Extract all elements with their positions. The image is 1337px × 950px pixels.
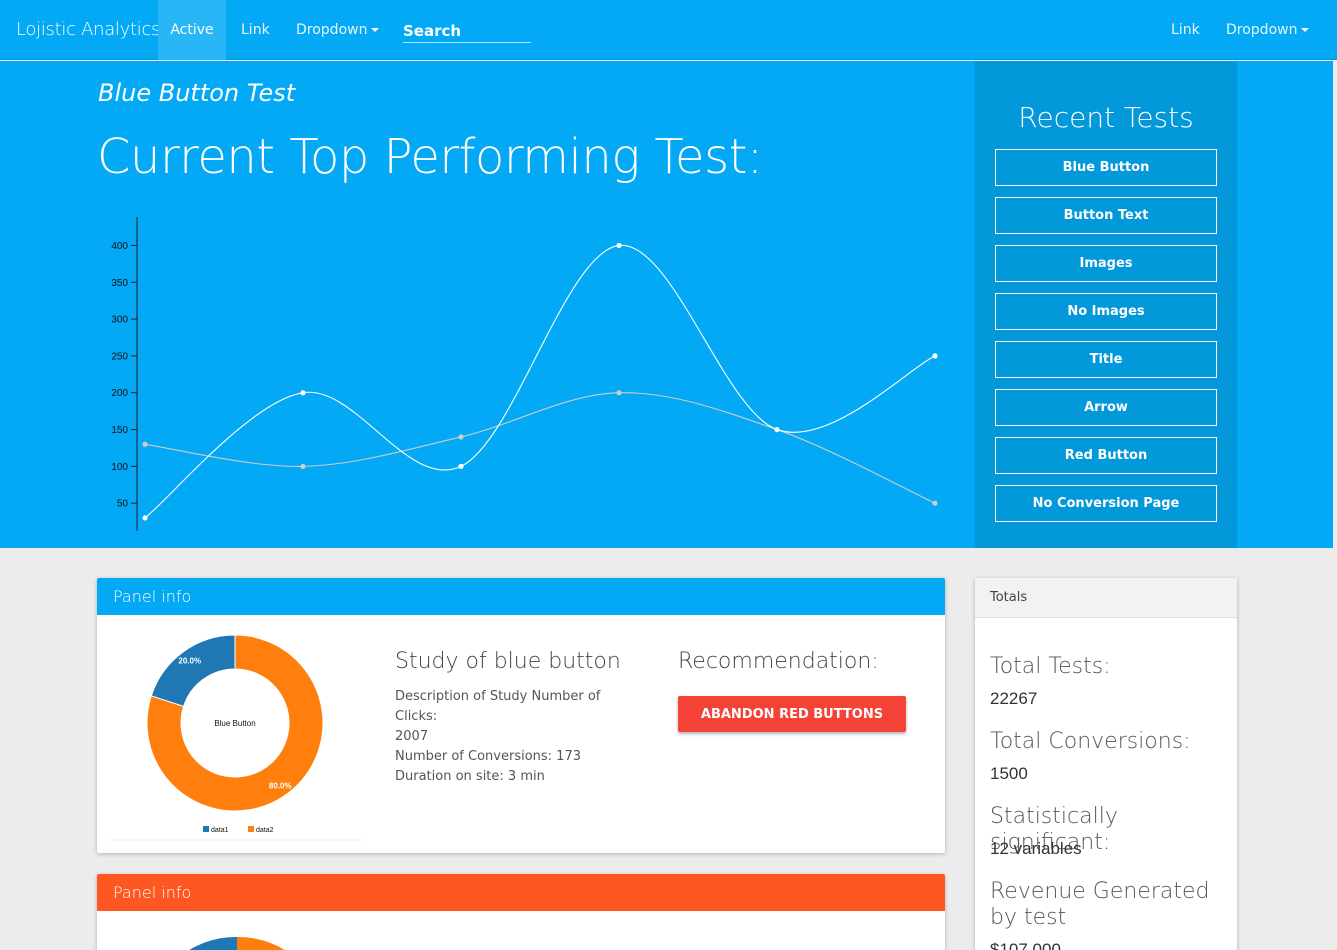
total-conversions-label: Total Conversions: — [990, 729, 1191, 754]
nav-item-dropdown-right[interactable]: Dropdown — [1226, 0, 1310, 60]
caret-down-icon — [1301, 28, 1310, 32]
data-point-data1 — [458, 463, 464, 469]
legend-swatch — [248, 826, 254, 832]
revenue-value: $107,000 — [990, 940, 1061, 950]
total-tests-label: Total Tests: — [990, 654, 1111, 679]
legend-label: data1 — [211, 827, 229, 834]
navbar: Lojistic Analytics Active Link Dropdown … — [0, 0, 1337, 60]
donut-slice-label: 80.0% — [269, 781, 292, 790]
nav-dropdown-label: Dropdown — [296, 22, 368, 38]
y-tick-label: 300 — [111, 315, 128, 326]
hero-subtitle: Blue Button Test — [98, 79, 296, 107]
donut-slice-label: 20.0% — [178, 657, 201, 666]
search-input[interactable] — [403, 20, 531, 43]
data-point-data2 — [616, 390, 622, 396]
data-point-data1 — [300, 390, 306, 396]
study-desc-line: 2007 — [395, 729, 429, 744]
panel-heading: Panel info — [97, 578, 945, 615]
hero-title: Current Top Performing Test: — [97, 129, 763, 185]
data-point-data1 — [774, 426, 780, 433]
total-tests-value: 22267 — [990, 689, 1038, 708]
series-line-data1 — [144, 244, 936, 519]
legend-label: data2 — [256, 827, 274, 834]
panel-heading: Panel info — [97, 874, 945, 911]
study-desc-line: Duration on site: 3 min — [395, 769, 545, 784]
data-point-data2 — [300, 463, 306, 469]
totals-heading: Totals — [975, 578, 1237, 618]
study-desc-line: Number of Conversions: 173 — [395, 749, 581, 764]
y-tick-label: 400 — [111, 241, 128, 252]
study-panel: Panel info 80.0% 20.0% Blue Button data1 dat… — [97, 578, 945, 853]
revenue-label: Revenue Generated by test — [990, 879, 1210, 930]
recent-tests-title: Recent Tests — [1018, 101, 1194, 134]
recent-test-button[interactable]: Blue Button — [995, 149, 1217, 186]
data-point-data2 — [932, 500, 938, 506]
nav-item-dropdown[interactable]: Dropdown — [296, 0, 380, 60]
y-tick-label: 150 — [111, 425, 128, 436]
study-panel: Panel info — [97, 874, 945, 950]
donut-slice-data1 — [150, 634, 236, 707]
series-line-data2 — [144, 392, 936, 504]
donut-chart-partial — [189, 936, 285, 950]
donut-slice-partial — [189, 936, 237, 950]
recent-test-button[interactable]: Arrow — [995, 389, 1217, 426]
recent-test-button[interactable]: Red Button — [995, 437, 1217, 474]
y-tick-label: 350 — [111, 278, 128, 289]
y-tick-label: 50 — [117, 499, 129, 510]
recent-test-button[interactable]: Images — [995, 245, 1217, 282]
study-title: Study of blue button — [395, 649, 621, 674]
recommendation-title: Recommendation: — [678, 649, 879, 674]
legend-swatch — [203, 826, 209, 832]
nav-item-active[interactable]: Active — [158, 0, 226, 60]
caret-down-icon — [371, 28, 380, 32]
recent-test-button[interactable]: Button Text — [995, 197, 1217, 234]
data-point-data1 — [142, 515, 148, 521]
study-desc-line: Description of Study Number of Clicks: — [395, 689, 601, 724]
recent-test-button[interactable]: No Conversion Page — [995, 485, 1217, 522]
data-point-data1 — [616, 242, 622, 249]
y-tick-label: 250 — [111, 351, 128, 362]
brand-logo[interactable]: Lojistic Analytics — [16, 0, 160, 60]
donut-slice-partial — [237, 936, 285, 950]
recent-test-button[interactable]: Title — [995, 341, 1217, 378]
y-tick-label: 200 — [111, 388, 128, 399]
donut-center-label: Blue Button — [214, 719, 255, 728]
totals-panel: Totals Total Tests: 22267 Total Conversi… — [975, 578, 1237, 950]
significant-value: 12 variables — [990, 839, 1082, 858]
nav-item-link[interactable]: Link — [241, 0, 270, 60]
recent-tests-sidebar: Recent Tests Blue Button Button Text Ima… — [975, 61, 1237, 548]
study-description: Description of Study Number of Clicks: 2… — [395, 687, 645, 787]
nav-item-link-right[interactable]: Link — [1171, 0, 1200, 60]
line-chart: 050100150200250300350400012345data1data2 — [111, 217, 938, 531]
data-point-data2 — [142, 441, 148, 447]
data-point-data1 — [932, 353, 938, 359]
total-conversions-value: 1500 — [990, 764, 1028, 783]
data-point-data2 — [458, 434, 464, 440]
y-tick-label: 100 — [111, 462, 128, 473]
donut-chart: 80.0% 20.0% Blue Button data1 data2 — [111, 634, 361, 841]
nav-dropdown-right-label: Dropdown — [1226, 22, 1298, 38]
recent-test-button[interactable]: No Images — [995, 293, 1217, 330]
recommendation-button[interactable]: ABANDON RED BUTTONS — [678, 696, 906, 732]
